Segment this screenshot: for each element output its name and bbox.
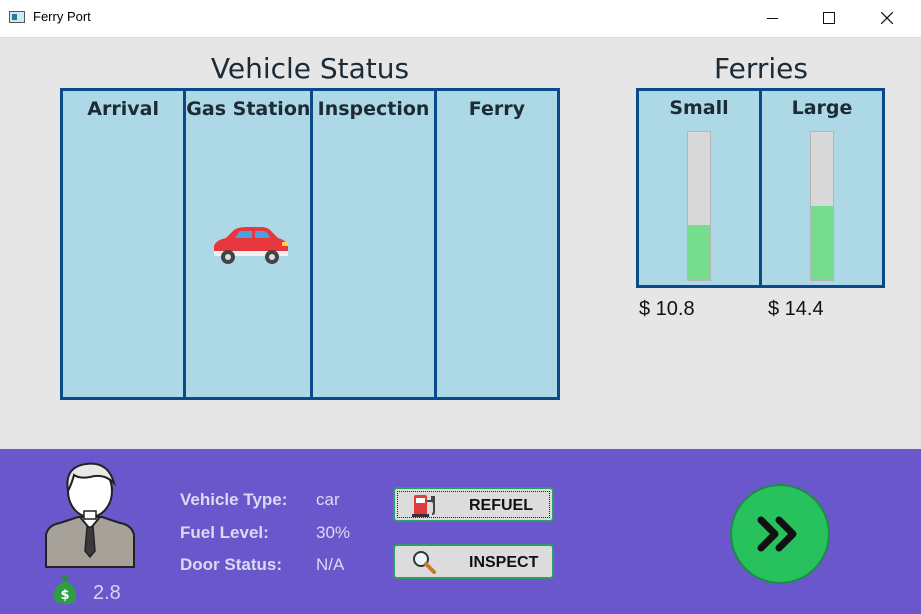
control-panel: $ 2.8 Vehicle Type: car Fuel Level: 30% … <box>0 449 921 614</box>
fuel-pump-icon <box>412 495 435 517</box>
money-bag-icon: $ <box>53 575 77 604</box>
window-title: Ferry Port <box>33 9 91 24</box>
svg-text:$: $ <box>60 588 69 603</box>
ferry-large-gauge-fill <box>811 206 833 280</box>
refuel-button-label: REFUEL <box>469 497 533 514</box>
refuel-button[interactable]: REFUEL <box>393 487 554 522</box>
minimize-icon <box>766 17 778 19</box>
column-arrival: Arrival <box>63 91 187 397</box>
inspect-button-label: INSPECT <box>469 554 539 571</box>
magnifier-icon <box>413 551 436 574</box>
maximize-icon <box>823 12 835 24</box>
inspect-button[interactable]: INSPECT <box>393 544 554 579</box>
column-ferry: Ferry <box>437 91 557 397</box>
fuel-level-value: 30% <box>316 523 351 542</box>
money-value: 2.8 <box>93 582 121 604</box>
column-header-inspection: Inspection <box>317 98 430 120</box>
inspector-avatar-icon <box>45 462 135 568</box>
close-button[interactable] <box>864 0 910 36</box>
ferry-small[interactable]: Small <box>639 91 762 285</box>
column-header-gas-station: Gas Station <box>186 98 311 120</box>
maximize-button[interactable] <box>806 0 852 36</box>
title-bar: Ferry Port <box>0 0 921 38</box>
ferry-small-price: $ 10.8 <box>639 298 695 320</box>
ferries-title: Ferries <box>714 52 808 85</box>
door-status-value: N/A <box>316 555 345 574</box>
ferry-small-label: Small <box>669 97 729 119</box>
door-status-label: Door Status: <box>180 555 282 574</box>
ferry-large-label: Large <box>791 97 853 119</box>
column-header-arrival: Arrival <box>87 98 159 120</box>
vehicle-type-label: Vehicle Type: <box>180 490 288 509</box>
ferry-large[interactable]: Large <box>762 91 882 285</box>
vehicle-status-board: Arrival Gas Station Inspection Ferry <box>60 88 560 400</box>
fuel-level-label: Fuel Level: <box>180 523 269 542</box>
fast-forward-icon <box>757 516 797 552</box>
red-car-icon[interactable] <box>208 224 290 266</box>
app-icon <box>9 11 25 23</box>
column-inspection: Inspection <box>313 91 437 397</box>
ferries-board: Small Large <box>636 88 885 288</box>
ferry-small-gauge-fill <box>688 225 710 280</box>
column-header-ferry: Ferry <box>468 98 525 120</box>
next-turn-button[interactable] <box>730 484 830 584</box>
vehicle-type-value: car <box>316 490 340 509</box>
ferry-small-capacity-gauge <box>687 131 711 281</box>
close-icon <box>881 12 893 24</box>
ferry-large-price: $ 14.4 <box>768 298 824 320</box>
column-gas-station: Gas Station <box>186 91 314 397</box>
minimize-button[interactable] <box>749 0 795 36</box>
ferry-large-capacity-gauge <box>810 131 834 281</box>
vehicle-status-title: Vehicle Status <box>210 52 410 85</box>
